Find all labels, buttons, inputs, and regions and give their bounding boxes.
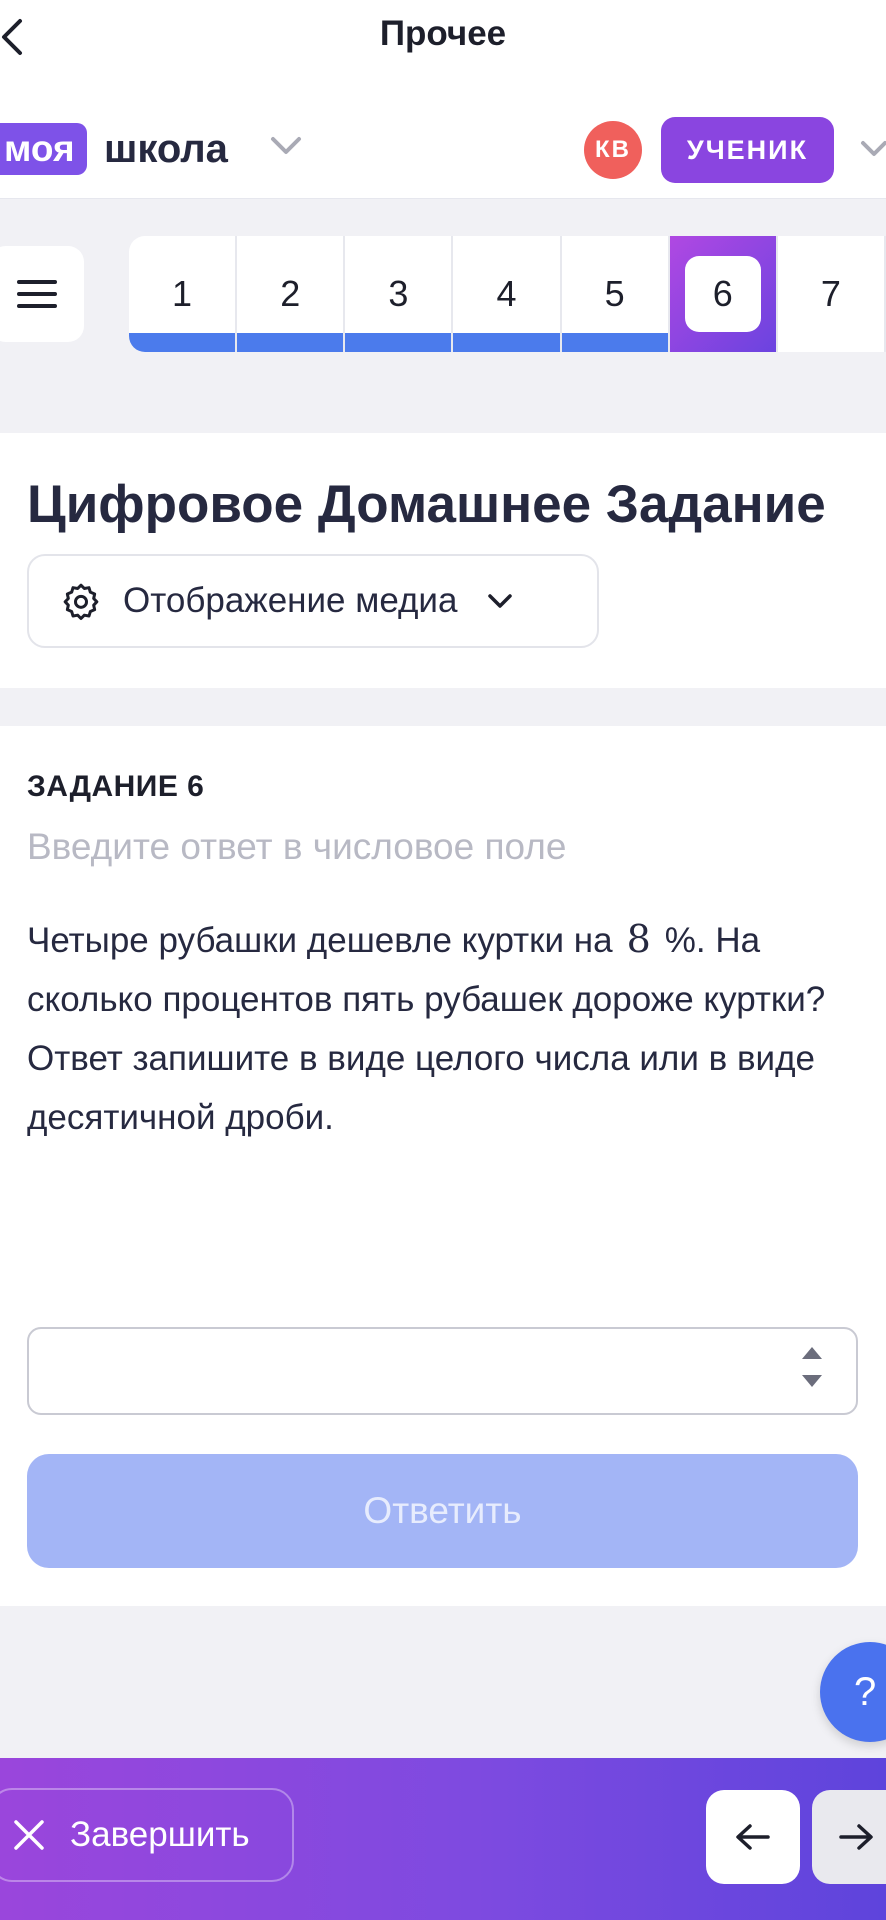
task-hint: Введите ответ в числовое поле — [27, 826, 567, 867]
active-tab-chip: 6 — [684, 256, 761, 332]
task-tab-label: 2 — [280, 273, 301, 314]
question-number: 8 — [626, 917, 651, 961]
arrow-left-icon — [736, 1824, 770, 1850]
role-button[interactable]: УЧЕНИК — [661, 117, 834, 183]
question-text: Четыре рубашки дешевле куртки на — [27, 921, 613, 960]
task-tab-7[interactable]: 7 — [778, 236, 886, 352]
next-task-button[interactable] — [812, 1790, 886, 1884]
hamburger-icon — [17, 280, 57, 308]
task-tab-label: 5 — [604, 273, 625, 314]
number-stepper[interactable] — [801, 1346, 852, 1388]
logo-word[interactable]: школа — [104, 123, 228, 175]
avatar[interactable]: КВ — [584, 121, 642, 179]
chevron-down-icon[interactable] — [270, 136, 302, 156]
arrow-up-icon[interactable] — [801, 1346, 823, 1360]
homework-title: Цифровое Домашнее Задание — [27, 475, 826, 534]
close-icon — [12, 1818, 46, 1852]
task-tab-4[interactable]: 4 — [453, 236, 562, 352]
task-tab-label: 4 — [496, 273, 517, 314]
previous-task-button[interactable] — [706, 1790, 800, 1884]
task-tab-label: 3 — [388, 273, 409, 314]
chevron-down-icon[interactable] — [860, 140, 886, 160]
page-title: Прочее — [379, 14, 507, 53]
task-tab-label: 1 — [172, 273, 193, 314]
task-label: ЗАДАНИЕ 6 — [27, 770, 205, 803]
submit-answer-button[interactable]: Ответить — [27, 1454, 858, 1568]
bottom-spacer — [0, 1606, 886, 1758]
chevron-down-icon — [487, 593, 513, 609]
task-tab-6[interactable]: 6 — [669, 236, 778, 352]
task-tab-5[interactable]: 5 — [561, 236, 670, 352]
task-tab-1[interactable]: 1 — [129, 236, 238, 352]
menu-button[interactable] — [0, 246, 84, 342]
task-tab-label: 6 — [712, 273, 733, 314]
task-tabs: 1 2 3 4 5 6 7 — [129, 236, 886, 352]
logo-highlight: моя — [0, 123, 87, 175]
task-question: Четыре рубашки дешевле куртки на 8%. На с… — [27, 910, 857, 1147]
finish-label: Завершить — [70, 1815, 250, 1854]
media-display-dropdown[interactable]: Отображение медиа — [27, 554, 599, 648]
arrow-down-icon[interactable] — [801, 1374, 823, 1388]
media-display-label: Отображение медиа — [123, 581, 458, 620]
section-gap — [0, 688, 886, 726]
arrow-right-icon — [839, 1824, 873, 1850]
task-tab-label: 7 — [820, 273, 841, 314]
task-tab-3[interactable]: 3 — [345, 236, 454, 352]
finish-button[interactable]: Завершить — [0, 1788, 294, 1882]
gear-icon — [61, 581, 101, 621]
answer-number-field[interactable] — [27, 1327, 858, 1415]
task-tab-2[interactable]: 2 — [237, 236, 346, 352]
top-bar: Прочее — [0, 0, 886, 74]
